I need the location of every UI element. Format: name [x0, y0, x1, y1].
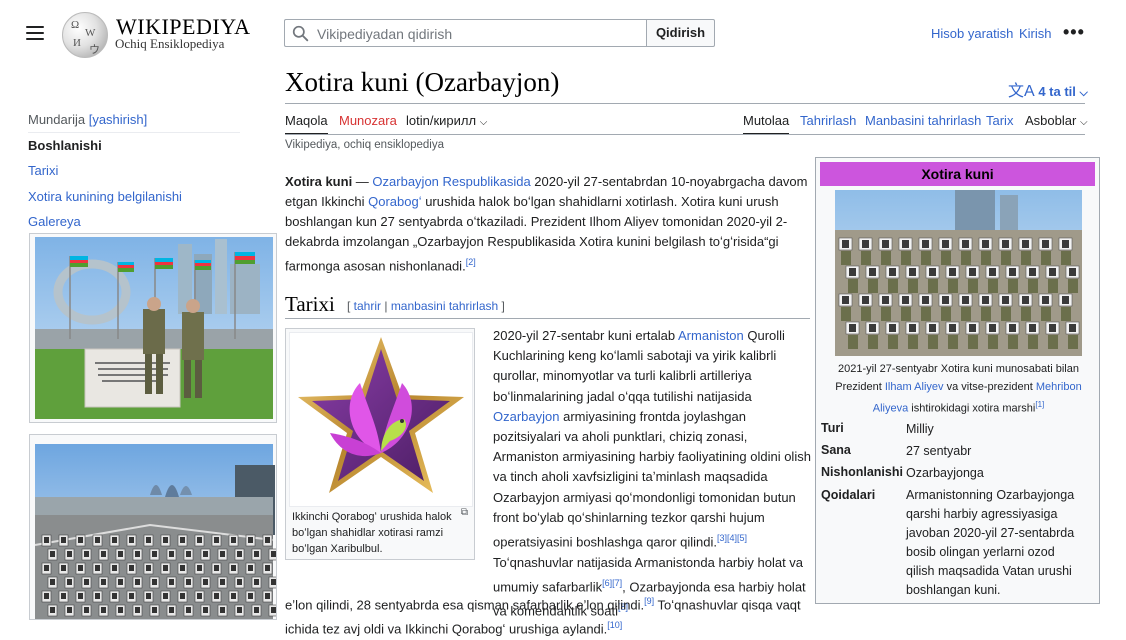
intro-paragraph: Xotira kuni — Ozarbayjon Respublikasida … [285, 174, 808, 274]
search-input[interactable] [315, 23, 639, 45]
search-field[interactable] [284, 19, 646, 47]
infobox-title: Xotira kuni [820, 162, 1095, 186]
toc-hide-link[interactable]: [yashirish] [89, 112, 148, 127]
gallery-image-march[interactable] [29, 434, 277, 620]
toc-title: Mundarija [28, 112, 86, 127]
tab-tahrirlash[interactable]: Tahrirlash [800, 113, 856, 128]
search-button[interactable]: Qidirish [646, 19, 715, 47]
ref-9[interactable]: [9] [644, 596, 654, 606]
infobox-value-nishonlanishi: Ozarbayjonga [906, 466, 984, 480]
toc-item-tarixi[interactable]: Tarixi [28, 163, 58, 178]
intro-bold-term: Xotira kuni [285, 174, 353, 189]
infobox-value-turi: Milliy [906, 422, 934, 436]
chevron-down-icon: ⌵ [1079, 87, 1088, 99]
translate-icon: 文A [1008, 83, 1035, 100]
tab-tarix[interactable]: Tarix [986, 113, 1013, 128]
wordmark-tagline: Ochiq Ensiklopediya [115, 36, 225, 51]
infobox-value-sana: 27 sentyabr [906, 444, 972, 458]
figure-caption: Ikkinchi Qorabogʻ urushida halok boʻlgan… [292, 511, 452, 555]
toc-heading: Mundarija [yashirish] [28, 112, 147, 127]
search-icon [292, 25, 309, 42]
infobox-label-nishonlanishi: Nishonlanishi [821, 465, 903, 479]
section-divider [285, 318, 810, 319]
more-options-button[interactable]: ••• [1063, 23, 1085, 41]
tab-munozara[interactable]: Munozara [339, 113, 397, 128]
infobox-label-qoidalari: Qoidalari [821, 488, 876, 502]
memorial-photo [35, 237, 273, 419]
tab-manbasini-tahrirlash[interactable]: Manbasini tahrirlash [865, 113, 981, 128]
ref-10[interactable]: [10] [607, 620, 622, 630]
ref-6-7[interactable]: [6][7] [602, 578, 622, 588]
language-count: 4 ta til [1038, 84, 1076, 99]
section-edit-link[interactable]: tahrir [354, 299, 381, 313]
tabs-divider [285, 134, 1085, 135]
march-photo [34, 444, 276, 619]
xaribulbul-star-image [298, 337, 464, 493]
infobox-image[interactable] [835, 190, 1082, 356]
login-link[interactable]: Kirish [1019, 26, 1052, 41]
ref-2[interactable]: [2] [466, 257, 476, 267]
tab-mutolaa[interactable]: Mutolaa [743, 113, 790, 135]
infobox-value-qoidalari: Armanistonning Ozarbayjonga qarshi harbi… [906, 488, 1075, 597]
create-account-link[interactable]: Hisob yaratish [931, 26, 1013, 41]
enlarge-icon[interactable]: ⧉ [461, 507, 468, 518]
toc-item-galereya[interactable]: Galereya [28, 214, 81, 229]
history-paragraph-continued: eʼlon qilindi, 28 sentyabrda esa qisman … [285, 596, 801, 637]
toc-item-boshlanishi[interactable]: Boshlanishi [28, 138, 102, 153]
hamburger-icon [26, 26, 44, 28]
link-ozarbayjon-respublikasida[interactable]: Ozarbayjon Respublikasida [372, 174, 530, 189]
toc-divider [28, 132, 240, 133]
history-paragraph: 2020-yil 27-sentabr kuni ertalab Armanis… [493, 328, 811, 619]
link-qorabog[interactable]: Qorabogʻ [368, 194, 421, 209]
ref-1[interactable]: [1] [1035, 400, 1044, 409]
tab-maqola[interactable]: Maqola [285, 113, 328, 135]
page-title: Xotira kuni (Ozarbayjon) [285, 67, 560, 97]
link-ozarbayjon[interactable]: Ozarbayjon [493, 409, 559, 424]
section-edit-links: [ tahrir | manbasini tahrirlash ] [347, 299, 505, 313]
infobox-caption: 2021-yil 27-sentyabr Xotira kuni munosab… [835, 363, 1082, 415]
wikipedia-globe-logo[interactable]: ΩWИウ [62, 12, 108, 58]
chevron-down-icon: ⌵ [479, 117, 488, 128]
tools-label: Asboblar [1025, 113, 1077, 128]
xaribulbul-image[interactable] [289, 332, 473, 507]
chevron-down-icon: ⌵ [1079, 117, 1088, 128]
infobox: Xotira kuni 2021-yil 27-sentyabr Xotira … [815, 157, 1100, 604]
infobox-label-sana: Sana [821, 443, 851, 457]
tools-dropdown[interactable]: Asboblar ⌵ [1025, 113, 1088, 128]
memorial-march-photo [835, 190, 1082, 356]
site-subtitle: Vikipediya, ochiq ensiklopediya [285, 139, 444, 151]
link-ilham-aliyev[interactable]: Ilham Aliyev [885, 381, 944, 393]
gallery-image-memorial[interactable] [29, 233, 277, 423]
ref-3-4-5[interactable]: [3][4][5] [717, 533, 747, 543]
link-armaniston[interactable]: Armaniston [678, 328, 744, 343]
section-heading-tarixi: Tarixi [285, 292, 335, 316]
xaribulbul-figure: Ikkinchi Qorabogʻ urushida halok boʻlgan… [285, 328, 475, 560]
infobox-label-turi: Turi [821, 421, 844, 435]
title-divider [285, 103, 1085, 104]
toc-item-belgilanishi[interactable]: Xotira kunining belgilanishi [28, 189, 182, 204]
main-menu-button[interactable] [26, 26, 44, 40]
script-variant-label: lotin/кирилл [406, 113, 477, 128]
language-selector[interactable]: 文A 4 ta til ⌵ [1008, 77, 1088, 101]
section-edit-source-link[interactable]: manbasini tahrirlash [391, 299, 498, 313]
script-variant-dropdown[interactable]: lotin/кирилл ⌵ [406, 113, 487, 128]
